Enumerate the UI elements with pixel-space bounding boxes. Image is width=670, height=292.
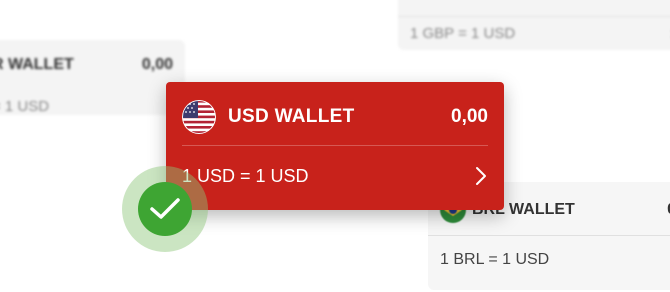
selected-badge bbox=[122, 166, 208, 252]
wallet-rate-row[interactable]: = 1 USD › bbox=[0, 86, 185, 126]
wallet-rate-row[interactable]: 1 USD = 1 USD bbox=[182, 158, 488, 194]
wallet-title: R WALLET bbox=[0, 56, 74, 73]
wallet-rate-text: 1 BRL = 1 USD bbox=[440, 251, 550, 268]
wallet-title-group: USD WALLET bbox=[182, 100, 355, 134]
divider bbox=[428, 235, 670, 236]
wallet-header: R WALLET 0,00 bbox=[0, 44, 185, 86]
exchange-rate-text: 1 USD = 1 USD bbox=[182, 165, 309, 186]
chevron-right-icon[interactable] bbox=[474, 166, 488, 186]
wallet-card-usd[interactable]: USD WALLET 0,00 1 USD = 1 USD bbox=[166, 82, 504, 210]
checkmark-circle bbox=[138, 182, 192, 236]
divider bbox=[182, 145, 488, 146]
wallet-card-eur[interactable]: R WALLET 0,00 = 1 USD › bbox=[0, 40, 185, 116]
wallet-rate-row[interactable]: 1 GBP = 1 USD › bbox=[398, 16, 670, 50]
wallet-header: USD WALLET 0,00 bbox=[182, 98, 488, 136]
wallet-amount: 0,00 bbox=[141, 56, 173, 73]
wallet-card-gbp[interactable]: 1 GBP = 1 USD › bbox=[398, 0, 670, 50]
wallet-balance: 0,00 bbox=[451, 106, 488, 127]
wallet-rate-text: = 1 USD bbox=[0, 97, 50, 115]
us-flag-icon bbox=[182, 100, 216, 134]
wallet-rate-text: 1 GBP = 1 USD bbox=[410, 24, 516, 42]
wallet-rate-row[interactable]: 1 BRL = 1 USD bbox=[428, 240, 670, 280]
checkmark-icon bbox=[150, 198, 180, 219]
wallet-title: USD WALLET bbox=[228, 106, 355, 127]
